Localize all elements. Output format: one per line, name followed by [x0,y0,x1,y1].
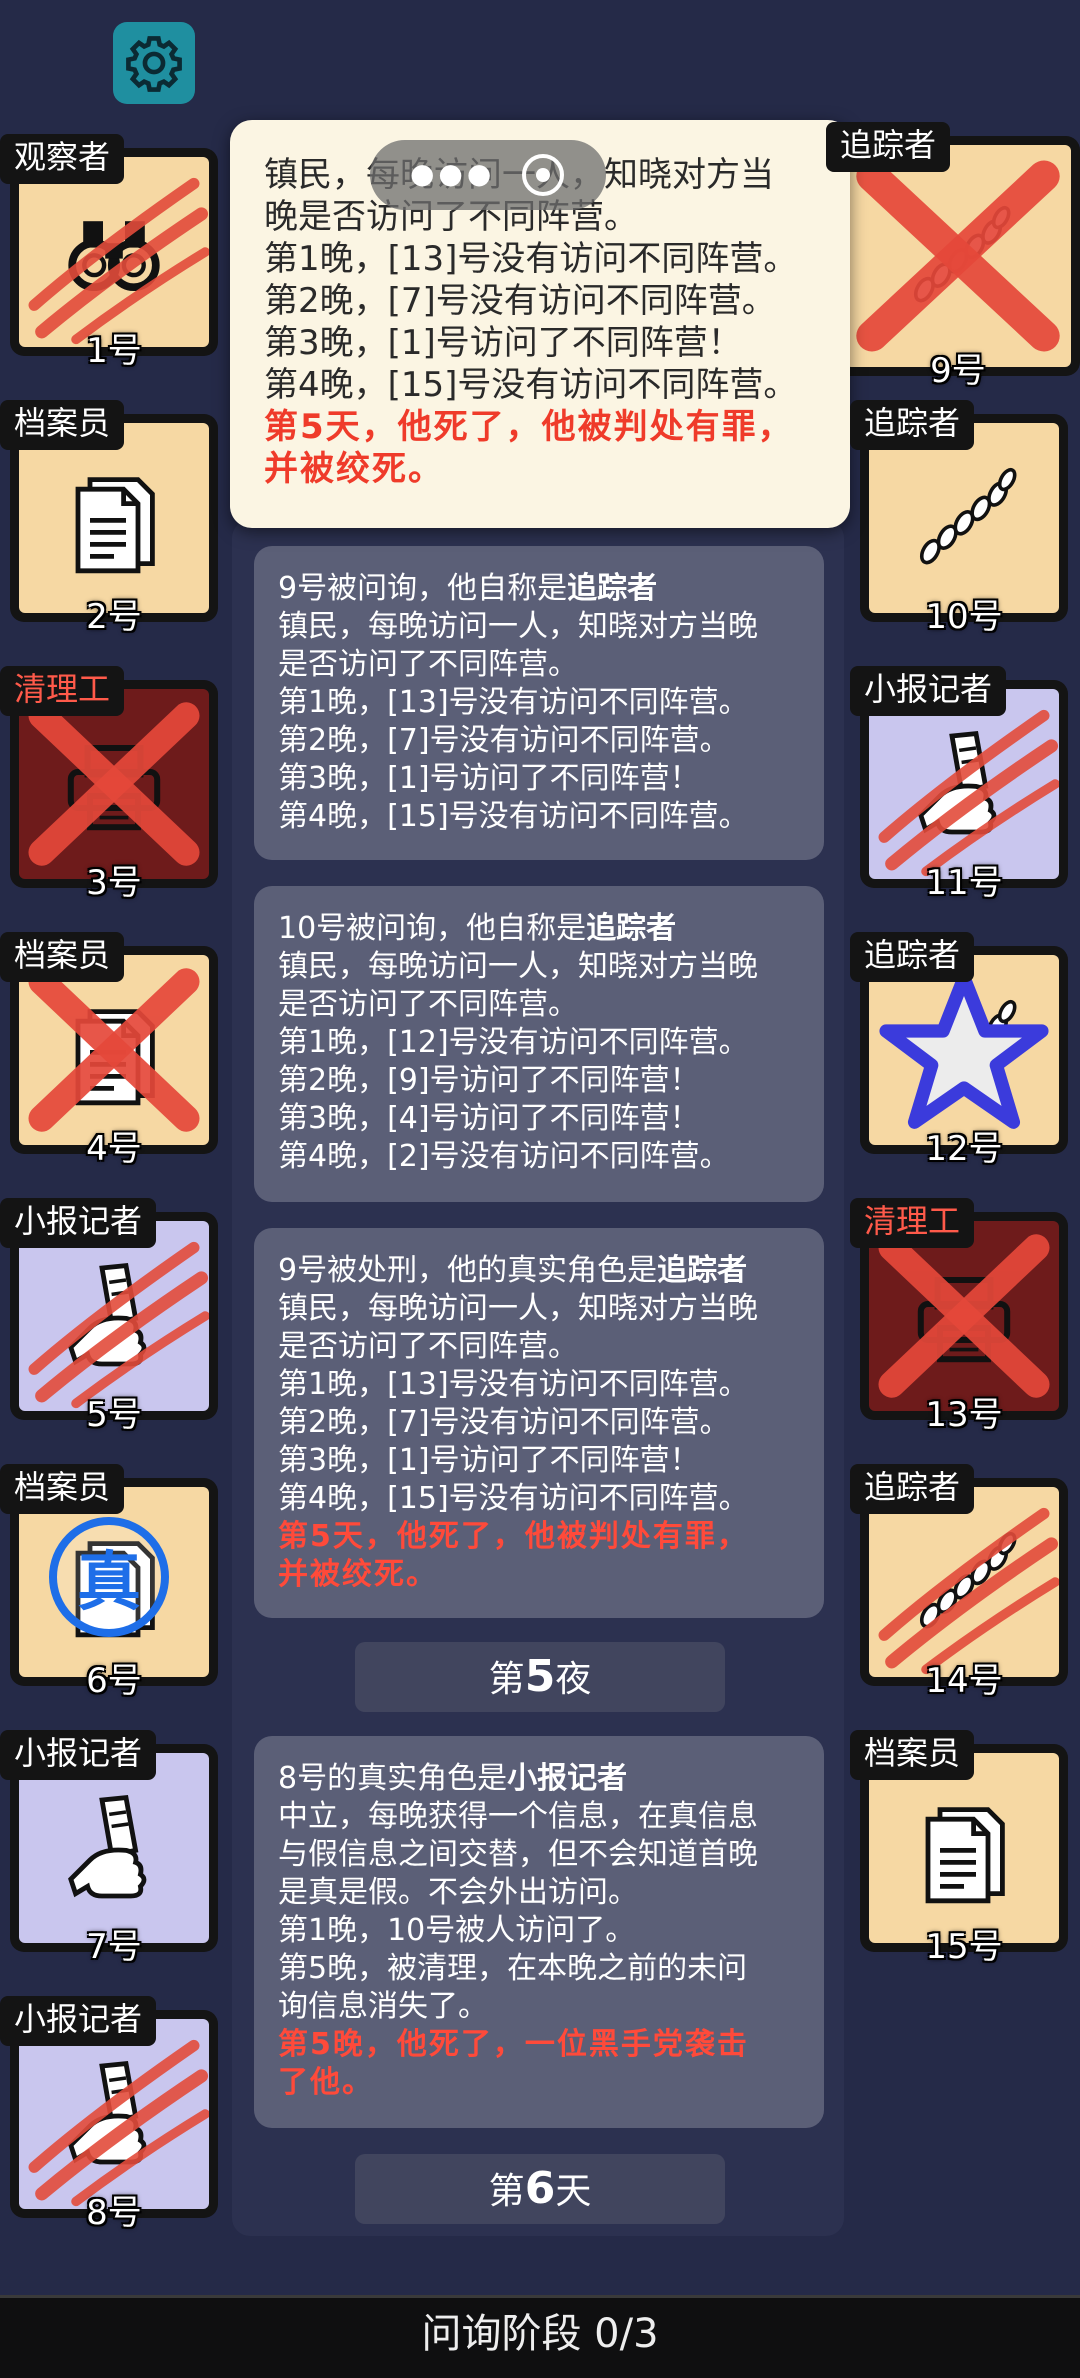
role-label: 清理工 [850,1198,975,1248]
role-label: 小报记者 [0,1198,157,1248]
claw-scratch-icon [878,709,1059,877]
documents-icon [925,1807,1005,1904]
player-card[interactable]: 小报记者 7号 [0,1730,218,1967]
player-number: 6号 [86,1661,142,1701]
dead-cross-icon [28,702,200,866]
dead-cross-icon [28,968,200,1132]
close-target-icon[interactable] [520,152,566,198]
phase-separator: 第5夜 [355,1642,725,1712]
player-card[interactable]: 追踪者 9号 [826,122,1080,391]
card-portrait: 真 [19,1487,209,1677]
player-number: 4号 [86,1129,142,1169]
footprints-icon [919,467,1017,565]
player-card[interactable]: 档案员 2号 [0,400,218,637]
player-card[interactable]: 档案员 4号 [0,932,218,1169]
player-number: 13号 [925,1395,1003,1435]
player-number: 5号 [86,1395,142,1435]
settings-button[interactable] [113,22,195,104]
card-portrait [19,157,209,347]
player-card[interactable]: 清理工 3号 [0,666,218,903]
player-number: 14号 [925,1661,1003,1701]
player-card[interactable]: 小报记者 11号 [850,666,1068,903]
claw-scratch-icon [28,2039,209,2207]
capsule-menu[interactable]: ●●● [370,140,606,210]
card-portrait [19,1221,209,1411]
card-portrait [19,1753,209,1943]
log-entry: 9号被处刑，他的真实角色是追踪者 镇民，每晚访问一人，知晓对方当晚 是否访问了不… [254,1228,824,1618]
role-label: 档案员 [0,400,125,450]
card-portrait [869,955,1059,1145]
card-portrait [869,1221,1059,1411]
phase-separator: 第6天 [355,2154,725,2224]
player-card[interactable]: 追踪者 14号 [850,1464,1068,1701]
card-portrait [869,1753,1059,1943]
card-portrait [19,955,209,1145]
player-number: 12号 [925,1129,1003,1169]
player-number: 1号 [86,331,142,371]
card-portrait [19,689,209,879]
role-label: 档案员 [850,1730,975,1780]
claw-scratch-icon [28,1241,209,1409]
card-portrait [19,2019,209,2209]
player-number: 9号 [930,351,986,391]
truth-stamp-icon: 真 [49,1517,169,1637]
player-card[interactable]: 追踪者 12号 [850,932,1068,1169]
documents-icon [75,477,155,574]
player-number: 7号 [86,1927,142,1967]
player-number: 11号 [925,863,1003,903]
role-label: 追踪者 [850,400,975,450]
card-portrait [845,145,1071,367]
phase-status-bar: 问询阶段 0/3 [0,2295,1080,2378]
role-label: 追踪者 [850,932,975,982]
claw-scratch-icon [28,177,209,345]
role-label: 追踪者 [826,122,951,172]
player-card[interactable]: 追踪者 10号 [850,400,1068,637]
role-label: 档案员 [0,1464,125,1514]
log-entry: 8号的真实角色是小报记者 中立，每晚获得一个信息，在真信息 与假信息之间交替，但… [254,1736,824,2128]
card-portrait [869,689,1059,879]
role-label: 小报记者 [0,1730,157,1780]
player-card[interactable]: 小报记者 5号 [0,1198,218,1435]
claw-scratch-icon [878,1507,1059,1675]
phase-label: 问询阶段 0/3 [421,2311,659,2357]
card-portrait [869,1487,1059,1677]
player-number: 2号 [86,597,142,637]
card-portrait [19,423,209,613]
more-icon[interactable]: ●●● [410,160,495,188]
gear-icon [126,36,182,92]
star-icon [879,971,1049,1129]
player-number: 3号 [86,863,142,903]
role-label: 小报记者 [850,666,1007,716]
log-entry: 10号被问询，他自称是追踪者 镇民，每晚访问一人，知晓对方当晚 是否访问了不同阵… [254,886,824,1202]
dead-cross-icon [878,1234,1050,1398]
player-card[interactable]: 档案员 15号 [850,1730,1068,1967]
role-label: 清理工 [0,666,125,716]
role-label: 观察者 [0,134,125,184]
player-number: 15号 [925,1927,1003,1967]
player-number: 8号 [86,2193,142,2233]
dead-cross-icon [856,160,1060,352]
player-card[interactable]: 小报记者 8号 [0,1996,218,2233]
role-label: 档案员 [0,932,125,982]
card-portrait [869,423,1059,613]
role-label: 小报记者 [0,1996,157,2046]
log-entry: 9号被问询，他自称是追踪者 镇民，每晚访问一人，知晓对方当晚 是否访问了不同阵营… [254,546,824,860]
player-card[interactable]: 观察者 1号 [0,134,218,371]
player-card[interactable]: 清理工 13号 [850,1198,1068,1435]
role-label: 追踪者 [850,1464,975,1514]
player-number: 10号 [925,597,1003,637]
scroll-hand-icon [68,1794,147,1899]
player-card[interactable]: 真档案员 6号 [0,1464,218,1701]
